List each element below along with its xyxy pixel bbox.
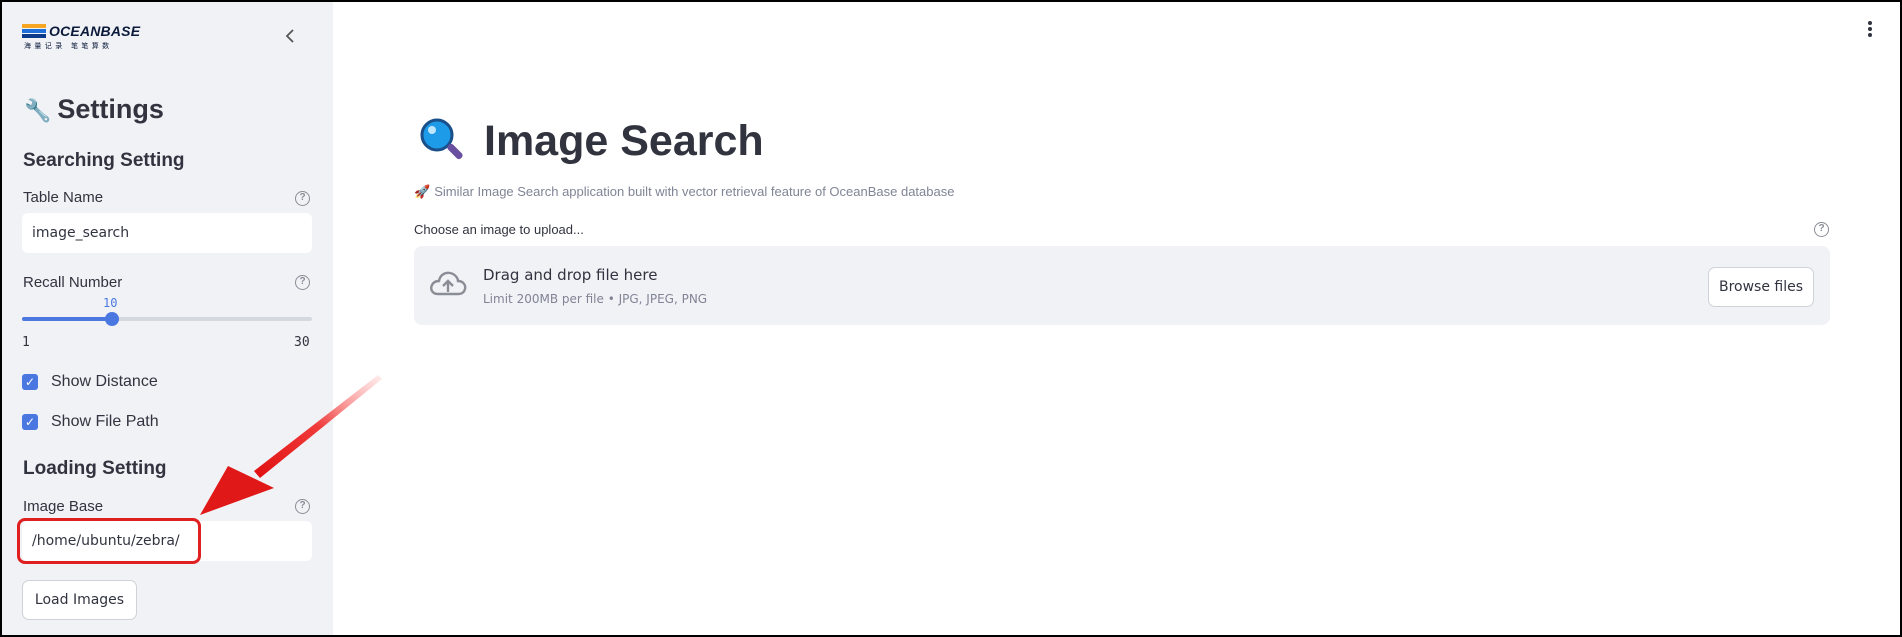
annotation-highlight-box [17,518,201,564]
slider-thumb[interactable] [105,312,119,326]
dropzone-title: Drag and drop file here [483,266,658,284]
table-name-input[interactable]: image_search [22,213,312,253]
oceanbase-logo: OCEANBASE 海量记录 笔笔算数 [22,22,141,52]
recall-number-slider[interactable] [22,312,312,326]
show-distance-checkbox[interactable]: ✓ [22,374,38,390]
help-icon[interactable]: ? [1814,222,1829,237]
rocket-icon: 🚀 [414,184,431,199]
vertical-dots-icon [1868,21,1872,37]
page-title-text: Image Search [484,117,764,165]
show-file-path-label: Show File Path [51,413,159,430]
dropzone-limit: Limit 200MB per file • JPG, JPEG, PNG [483,292,708,306]
browse-files-button[interactable]: Browse files [1708,267,1814,307]
upload-label: Choose an image to upload... [414,222,584,237]
image-base-label: Image Base [23,498,104,515]
help-icon[interactable]: ? [295,191,310,206]
main-menu-button[interactable] [1862,20,1878,44]
show-file-path-checkbox[interactable]: ✓ [22,414,38,430]
searching-setting-heading: Searching Setting [23,150,185,171]
page-subtitle: 🚀 Similar Image Search application built … [414,184,954,200]
logo-tagline: 海量记录 笔笔算数 [24,43,113,50]
cloud-upload-icon [430,271,467,296]
collapse-sidebar-button[interactable] [281,25,301,49]
page-subtitle-text: Similar Image Search application built w… [434,184,955,199]
table-name-label: Table Name [23,189,104,206]
chevron-left-icon [285,29,294,43]
settings-title: 🔧 Settings [24,94,164,125]
show-distance-label: Show Distance [51,373,158,390]
recall-number-label: Recall Number [23,274,123,291]
magnifying-glass-icon [420,118,463,160]
recall-number-value: 10 [103,296,118,310]
settings-title-text: Settings [57,94,164,124]
load-images-button[interactable]: Load Images [22,580,137,620]
help-icon[interactable]: ? [295,275,310,290]
slider-min-label: 1 [22,335,30,350]
file-dropzone[interactable]: Drag and drop file here Limit 200MB per … [414,246,1830,325]
wrench-icon: 🔧 [24,98,52,123]
slider-fill [22,317,112,321]
annotation-arrow-icon [200,375,382,515]
slider-max-label: 30 [294,335,310,350]
loading-setting-heading: Loading Setting [23,458,167,479]
oceanbase-logo-mark-icon [22,24,46,38]
logo-brand-text: OCEANBASE [49,23,141,39]
